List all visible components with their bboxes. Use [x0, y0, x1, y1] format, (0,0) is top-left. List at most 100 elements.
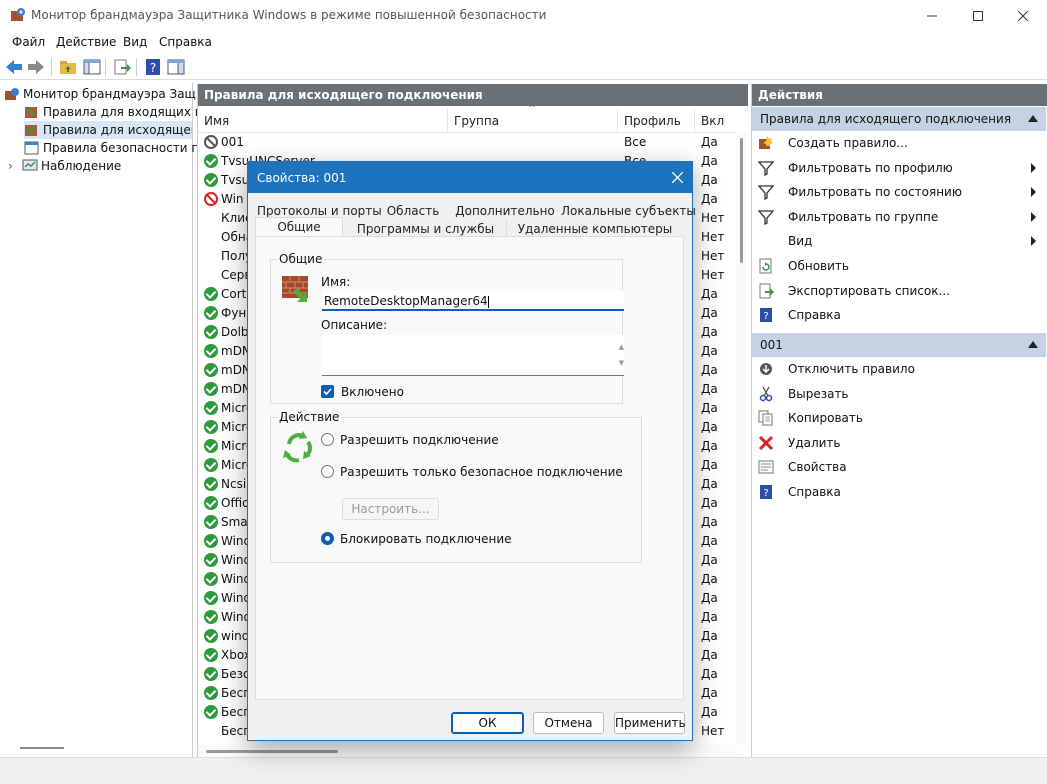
horizontal-scrollbar[interactable] — [198, 745, 736, 757]
close-button[interactable] — [1000, 0, 1046, 32]
security-rules-icon — [24, 141, 39, 155]
allow-rule-icon — [204, 344, 218, 358]
help-icon: ? — [760, 308, 772, 323]
action-item[interactable]: Фильтровать по состоянию — [752, 180, 1046, 204]
cell-enabled: Да — [701, 135, 718, 149]
general-group: Общие Имя: RemoteDesktopManager64 Описан… — [270, 252, 624, 404]
allow-rule-icon — [204, 686, 218, 700]
collapse-triangle-icon[interactable] — [1028, 115, 1038, 122]
up-folder-icon[interactable] — [58, 57, 78, 77]
column-header-name[interactable]: Имя — [198, 109, 448, 133]
menu-action[interactable]: Действие — [56, 35, 116, 49]
action-label: Фильтровать по профилю — [788, 160, 953, 175]
action-item[interactable]: Удалить — [752, 431, 1046, 455]
block-label[interactable]: Блокировать подключение — [340, 532, 512, 546]
vertical-scrollbar[interactable] — [736, 133, 748, 745]
tab-scope[interactable]: Область — [377, 202, 449, 220]
submenu-arrow-icon — [1031, 162, 1036, 173]
table-row[interactable]: 001 Все Да — [198, 133, 738, 152]
menu-help[interactable]: Справка — [159, 35, 212, 49]
properties-dialog: Свойства: 001 Протоколы и порты Область … — [247, 161, 696, 741]
filter-icon — [758, 185, 774, 201]
cell-enabled: Да — [701, 591, 718, 605]
description-scroll-arrows[interactable]: ▲ ▼ — [619, 339, 624, 371]
forward-arrow-icon[interactable] — [26, 57, 46, 77]
tree-item-outbound[interactable]: Правила для исходящего п — [24, 121, 192, 139]
recycle-arrows-icon — [283, 431, 312, 463]
filter-icon — [758, 210, 774, 225]
tab-local-principals[interactable]: Локальные субъекты — [561, 202, 696, 220]
cell-enabled: Да — [701, 458, 718, 472]
show-action-pane-icon[interactable] — [166, 57, 186, 77]
cell-enabled: Да — [701, 287, 718, 301]
menu-view[interactable]: Вид — [123, 35, 147, 49]
action-item[interactable]: Отключить правило — [752, 357, 1046, 381]
show-tree-icon[interactable] — [82, 57, 102, 77]
cell-enabled: Да — [701, 629, 718, 643]
column-header-profile[interactable]: Профиль — [618, 109, 695, 133]
tree-item-monitoring[interactable]: › Наблюдение — [8, 157, 121, 175]
vertical-scroll-thumb[interactable] — [740, 138, 743, 263]
tree-root-label: Монитор брандмауэра Защит — [23, 87, 211, 101]
expand-chevron-icon[interactable]: › — [8, 159, 22, 173]
customize-button[interactable]: Настроить... — [342, 498, 439, 520]
apply-button[interactable]: Применить — [614, 712, 686, 734]
tree-item-inbound[interactable]: Правила для входящих по — [24, 103, 210, 121]
section-title: Правила для исходящего подключения — [760, 112, 1012, 126]
action-label: Свойства — [788, 460, 847, 475]
description-field[interactable]: ▲ ▼ — [322, 335, 624, 376]
minimize-button[interactable] — [909, 0, 955, 32]
properties-icon — [758, 460, 774, 474]
window-title: Монитор брандмауэра Защитника Windows в … — [31, 8, 547, 22]
tab-general[interactable]: Общие — [255, 217, 343, 238]
ok-button[interactable]: ОК — [451, 712, 524, 734]
action-item[interactable]: Копировать — [752, 406, 1046, 430]
allow-rule-icon — [204, 173, 218, 187]
export-list-icon[interactable] — [112, 57, 132, 77]
action-item[interactable]: ? Справка — [752, 303, 1046, 327]
action-item[interactable]: Создать правило... — [752, 131, 1046, 155]
action-item[interactable]: Фильтровать по группе — [752, 205, 1046, 229]
menu-file[interactable]: Файл — [12, 35, 45, 49]
action-item[interactable]: Экспортировать список... — [752, 279, 1046, 303]
actions-section-rule[interactable]: 001 — [752, 333, 1046, 357]
action-group-label: Действие — [277, 410, 342, 424]
tab-advanced[interactable]: Дополнительно — [449, 202, 561, 220]
tree-root[interactable]: Монитор брандмауэра Защит — [4, 85, 211, 103]
enabled-checkbox[interactable] — [321, 385, 334, 398]
collapse-triangle-icon[interactable] — [1028, 341, 1038, 348]
tree-scrollbar[interactable] — [20, 747, 64, 749]
horizontal-scroll-thumb[interactable] — [206, 750, 338, 753]
action-item[interactable]: Вид — [752, 229, 1046, 253]
allow-label[interactable]: Разрешить подключение — [340, 433, 499, 447]
back-arrow-icon[interactable] — [4, 57, 24, 77]
cell-enabled: Да — [701, 420, 718, 434]
allow-secure-radio[interactable] — [321, 465, 334, 478]
action-item[interactable]: Фильтровать по профилю — [752, 156, 1046, 180]
copy-icon — [758, 410, 773, 426]
action-item[interactable]: Свойства — [752, 455, 1046, 479]
allow-rule-icon — [204, 306, 218, 320]
action-item[interactable]: Обновить — [752, 254, 1046, 278]
tree-item-security[interactable]: Правила безопасности по, — [24, 139, 210, 157]
maximize-button[interactable] — [955, 0, 1001, 32]
allow-rule-icon — [204, 553, 218, 567]
allow-radio[interactable] — [321, 433, 334, 446]
allow-secure-label[interactable]: Разрешить только безопасное подключение — [340, 465, 623, 479]
block-radio[interactable] — [321, 532, 334, 545]
action-item[interactable]: Вырезать — [752, 382, 1046, 406]
actions-section-outbound[interactable]: Правила для исходящего подключения — [752, 107, 1046, 131]
cancel-button[interactable]: Отмена — [533, 712, 604, 734]
allow-rule-icon — [204, 382, 218, 396]
cell-enabled: Нет — [701, 724, 725, 738]
dialog-close-icon[interactable] — [672, 172, 683, 183]
help-icon[interactable]: ? — [143, 57, 163, 77]
cell-enabled: Да — [701, 496, 718, 510]
cell-enabled: Нет — [701, 230, 725, 244]
submenu-arrow-icon — [1031, 236, 1036, 247]
allow-rule-icon — [204, 439, 218, 453]
action-item[interactable]: ? Справка — [752, 480, 1046, 504]
column-header-enabled[interactable]: Вкл — [695, 109, 735, 133]
cell-enabled: Да — [701, 686, 718, 700]
name-field[interactable]: RemoteDesktopManager64 — [322, 291, 624, 311]
